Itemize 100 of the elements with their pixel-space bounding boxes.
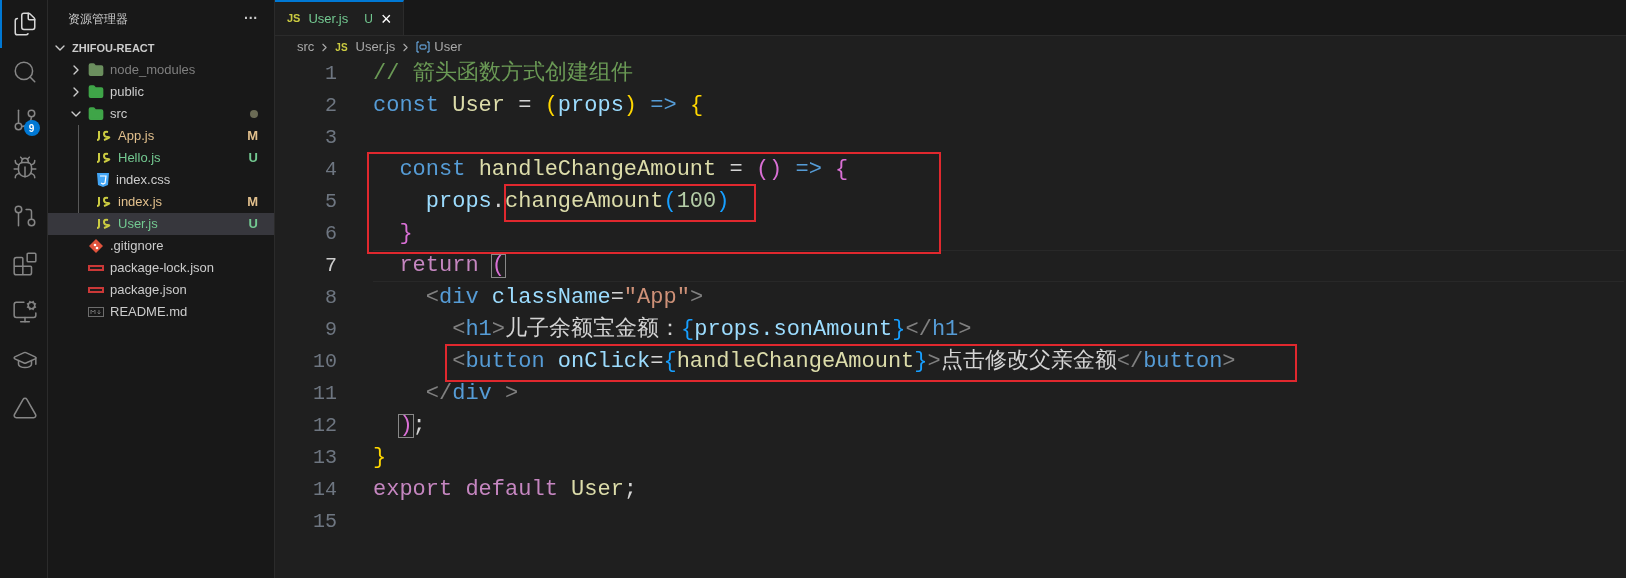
css-file-icon: [96, 172, 110, 188]
code-token: <: [452, 319, 466, 341]
breadcrumb-item[interactable]: User: [434, 37, 462, 57]
code-token: className: [491, 287, 611, 309]
line-number: 14: [312, 477, 338, 503]
activity-bar-item[interactable]: 9: [0, 96, 48, 144]
code-token: }: [892, 319, 906, 341]
code-token: button: [465, 351, 545, 373]
code-token: ;: [412, 415, 426, 437]
file-name: index.js: [118, 193, 163, 212]
line-number: 11: [312, 381, 338, 407]
panel-title: 资源管理器: [68, 10, 128, 28]
code-token: props: [557, 95, 624, 117]
code-token: const: [373, 95, 439, 117]
code-token: =>: [650, 95, 677, 117]
file-tree-item[interactable]: package.json: [48, 279, 274, 301]
code-token: =: [729, 159, 744, 181]
file-tree-item[interactable]: App.js M: [48, 125, 274, 147]
tab-label: User.js: [308, 9, 349, 28]
diamond-icon: [88, 238, 104, 254]
code-token: handleChangeAmount: [676, 351, 915, 373]
markdown-icon: [88, 307, 104, 317]
file-name: node_modules: [110, 61, 196, 80]
code-token: >: [927, 351, 941, 373]
code-token: handleChangeAmount: [478, 159, 717, 181]
js-file-icon: [96, 152, 112, 164]
line-number: 3: [324, 125, 338, 151]
code-token: {: [663, 351, 677, 373]
file-name: .gitignore: [110, 237, 164, 256]
line-number: 8: [324, 285, 338, 311]
code-token: props: [425, 191, 492, 213]
code-token: User: [452, 95, 506, 117]
line-number: 2: [324, 93, 338, 119]
code-token: h1: [931, 319, 959, 341]
close-button[interactable]: ×: [380, 9, 392, 28]
git-status: U: [364, 10, 373, 28]
folder-icon: [88, 84, 104, 100]
code-token: =: [610, 287, 624, 309]
triangle-icon: [11, 395, 38, 421]
code-token: }: [373, 447, 387, 469]
git-status: U: [248, 149, 258, 168]
line-number: 12: [312, 413, 338, 439]
code-token: <: [452, 351, 466, 373]
breadcrumb-item[interactable]: User.js: [355, 37, 396, 57]
code-token: const: [399, 159, 466, 181]
code-token: changeAmount: [505, 191, 664, 213]
code-token: >: [491, 319, 506, 341]
line-number: 5: [324, 189, 338, 215]
files-icon: [11, 11, 38, 37]
file-tree-item[interactable]: User.js U: [48, 213, 274, 235]
monitor-icon: [11, 299, 38, 325]
file-tree-item[interactable]: Hello.js U: [48, 147, 274, 169]
code-token: .: [491, 191, 506, 213]
file-tree-item[interactable]: public: [48, 81, 274, 103]
editor-tab[interactable]: JS User.js U ×: [275, 0, 405, 35]
code-token: return: [399, 255, 479, 277]
line-number: 9: [324, 317, 338, 343]
file-tree-item[interactable]: package-lock.json: [48, 257, 274, 279]
bug-icon: [11, 155, 38, 181]
folder-icon: [88, 106, 104, 122]
code-token: =: [518, 95, 533, 117]
code-token: div: [452, 383, 492, 405]
code-token: </: [1116, 351, 1144, 373]
code-token: {: [835, 159, 849, 181]
code-token: "App": [623, 287, 690, 309]
project-header[interactable]: ZHIFOU-REACT: [48, 37, 274, 59]
git-status: M: [247, 127, 258, 146]
code-token: }: [399, 223, 413, 245]
code-token: =: [650, 351, 664, 373]
file-tree-item[interactable]: src: [48, 103, 274, 125]
code-token: (: [663, 191, 677, 213]
file-name: Hello.js: [118, 149, 161, 168]
line-number: 1: [324, 61, 338, 87]
code-token: default: [465, 479, 558, 501]
blocks-icon: [11, 251, 38, 277]
line-number: 6: [324, 221, 338, 247]
file-name: public: [110, 83, 144, 102]
code-token: >: [505, 383, 519, 405]
code-token: (): [755, 159, 783, 181]
file-name: App.js: [118, 127, 155, 146]
more-actions[interactable]: ···: [244, 8, 258, 29]
file-tree-item[interactable]: index.js M: [48, 191, 274, 213]
breadcrumb-item[interactable]: src: [297, 37, 315, 57]
file-tree-item[interactable]: README.md: [48, 301, 274, 323]
code-token: ): [623, 95, 638, 117]
package-icon: [88, 286, 104, 294]
file-tree-item[interactable]: node_modules: [48, 59, 274, 81]
line-number: 15: [312, 509, 338, 535]
file-name: README.md: [110, 303, 188, 322]
file-tree-item[interactable]: index.css: [48, 169, 274, 191]
code-token: h1: [465, 319, 492, 341]
line-number: 4: [324, 157, 338, 183]
file-tree-item[interactable]: .gitignore: [48, 235, 274, 257]
code-token: onClick: [557, 351, 651, 373]
file-name: src: [110, 105, 128, 124]
code-token: >: [1222, 351, 1236, 373]
code-token: export: [373, 479, 453, 501]
js-file-icon: JS: [287, 10, 301, 27]
symbol-icon: [416, 41, 431, 53]
code-token: (: [491, 255, 506, 277]
